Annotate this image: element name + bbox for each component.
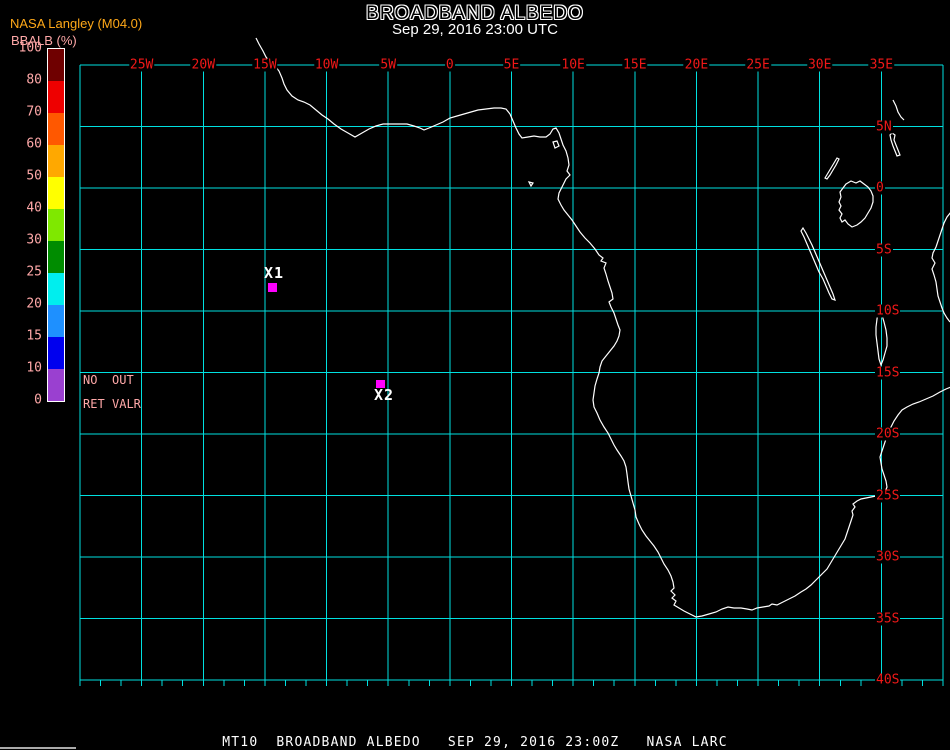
longitude-label-10w: 10W xyxy=(313,57,340,73)
latitude-label-30s: 30S xyxy=(875,549,901,565)
longitude-label-25w: 25W xyxy=(128,57,155,73)
longitude-label-15w: 15W xyxy=(252,57,278,73)
longitude-label-5w: 5W xyxy=(379,57,398,73)
west-and-south-africa-coast xyxy=(255,37,950,618)
lake-tanganyika xyxy=(800,226,836,301)
latitude-label-35s: 35S xyxy=(875,611,901,626)
marker-label-x1: X1 xyxy=(264,264,285,282)
sao-tome-island xyxy=(527,181,534,188)
map-canvas xyxy=(79,37,950,686)
longitude-label-10e: 10E xyxy=(560,57,586,73)
longitude-label-30e: 30E xyxy=(806,57,833,73)
longitude-label-0: 0 xyxy=(444,57,455,73)
east-africa-coast xyxy=(931,212,950,323)
target-marker-x1[interactable] xyxy=(268,283,277,292)
longitude-label-20e: 20E xyxy=(683,57,710,73)
omo-river xyxy=(892,99,905,121)
footer-caption: MT10 BROADBAND ALBEDO SEP 29, 2016 23:00… xyxy=(222,735,728,750)
lake-turkana xyxy=(889,132,901,157)
latitude-label-25s: 25S xyxy=(875,488,901,503)
lake-albert xyxy=(824,157,840,180)
longitude-label-35e: 35E xyxy=(868,57,895,73)
latitude-label-5n: 5N xyxy=(875,119,893,134)
bioko-island xyxy=(552,140,560,149)
albedo-map-viewer: BROADBAND ALBEDO Sep 29, 2016 23:00 UTC … xyxy=(0,0,950,750)
latitude-label-5s: 5S xyxy=(875,242,893,257)
longitude-label-25e: 25E xyxy=(745,57,771,73)
latitude-label-20s: 20S xyxy=(875,426,901,442)
longitude-label-20w: 20W xyxy=(190,57,217,73)
bottom-left-bar xyxy=(0,747,76,749)
latitude-label-0: 0 xyxy=(875,180,885,196)
latitude-label-15s: 15S xyxy=(875,365,901,380)
latitude-label-10s: 10S xyxy=(875,303,901,319)
longitude-label-15e: 15E xyxy=(622,57,648,73)
longitude-label-5e: 5E xyxy=(502,57,521,73)
marker-label-x2: X2 xyxy=(374,386,395,404)
latitude-label-40s: 40S xyxy=(875,672,901,688)
